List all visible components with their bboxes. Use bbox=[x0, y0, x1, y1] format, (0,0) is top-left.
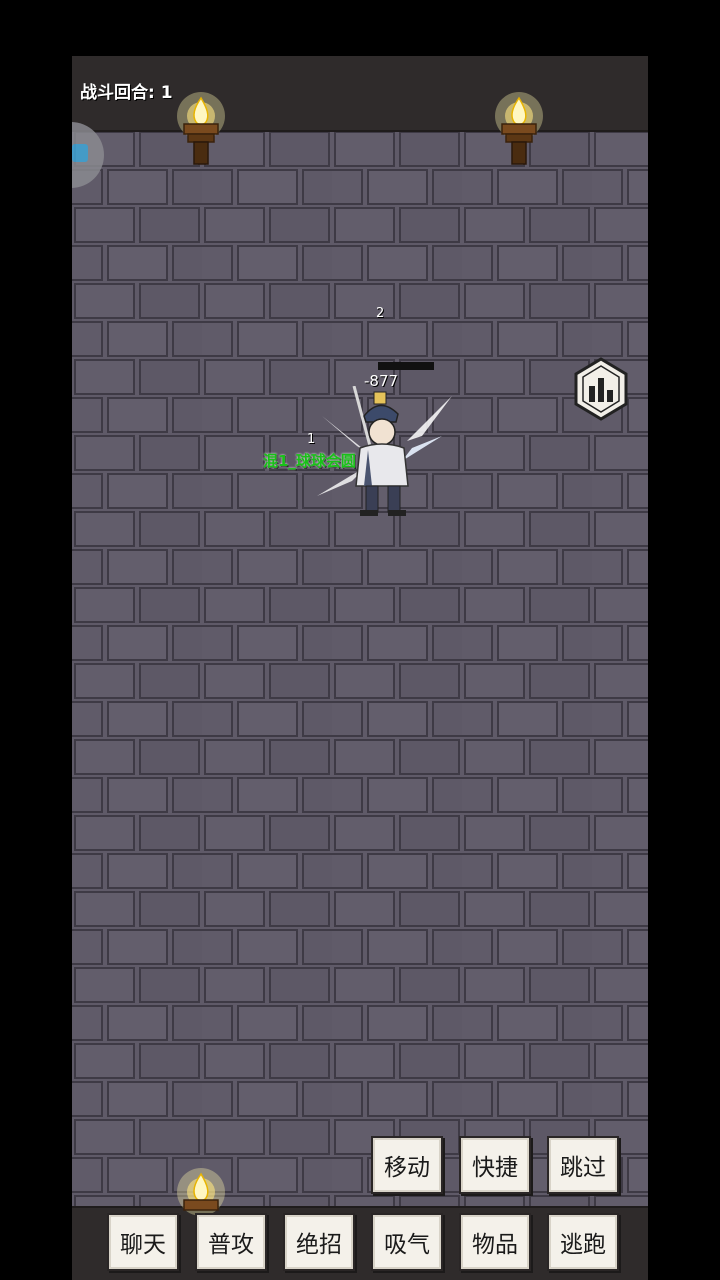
brick-wall bbox=[72, 130, 648, 1206]
normal-attack-button[interactable]: 普攻 bbox=[195, 1213, 267, 1271]
items-button[interactable]: 物品 bbox=[459, 1213, 531, 1271]
shortcut-button[interactable]: 快捷 bbox=[459, 1136, 531, 1194]
battle-stage: 战斗回合: 1 2 -877 1 混1_球球会圆 移动 快捷 跳过 聊天 普攻 … bbox=[72, 56, 648, 1280]
chat-button[interactable]: 聊天 bbox=[107, 1213, 179, 1271]
escape-button[interactable]: 逃跑 bbox=[547, 1213, 619, 1271]
character-position-number: 1 bbox=[307, 432, 316, 447]
breathe-button[interactable]: 吸气 bbox=[371, 1213, 443, 1271]
ultimate-skill-button[interactable]: 绝招 bbox=[283, 1213, 355, 1271]
stats-chart-icon[interactable] bbox=[572, 356, 630, 422]
move-button[interactable]: 移动 bbox=[371, 1136, 443, 1194]
top-bar: 战斗回合: 1 bbox=[72, 56, 648, 132]
wall-torch-icon bbox=[495, 92, 543, 165]
hp-bar bbox=[378, 362, 434, 370]
battle-round-label: 战斗回合: 1 bbox=[80, 83, 173, 103]
wall-torch-icon bbox=[177, 92, 225, 165]
skip-button[interactable]: 跳过 bbox=[547, 1136, 619, 1194]
enemy-position-number: 2 bbox=[376, 306, 385, 321]
app-badge-icon bbox=[72, 144, 88, 162]
character-name: 混1_球球会圆 bbox=[263, 452, 356, 470]
